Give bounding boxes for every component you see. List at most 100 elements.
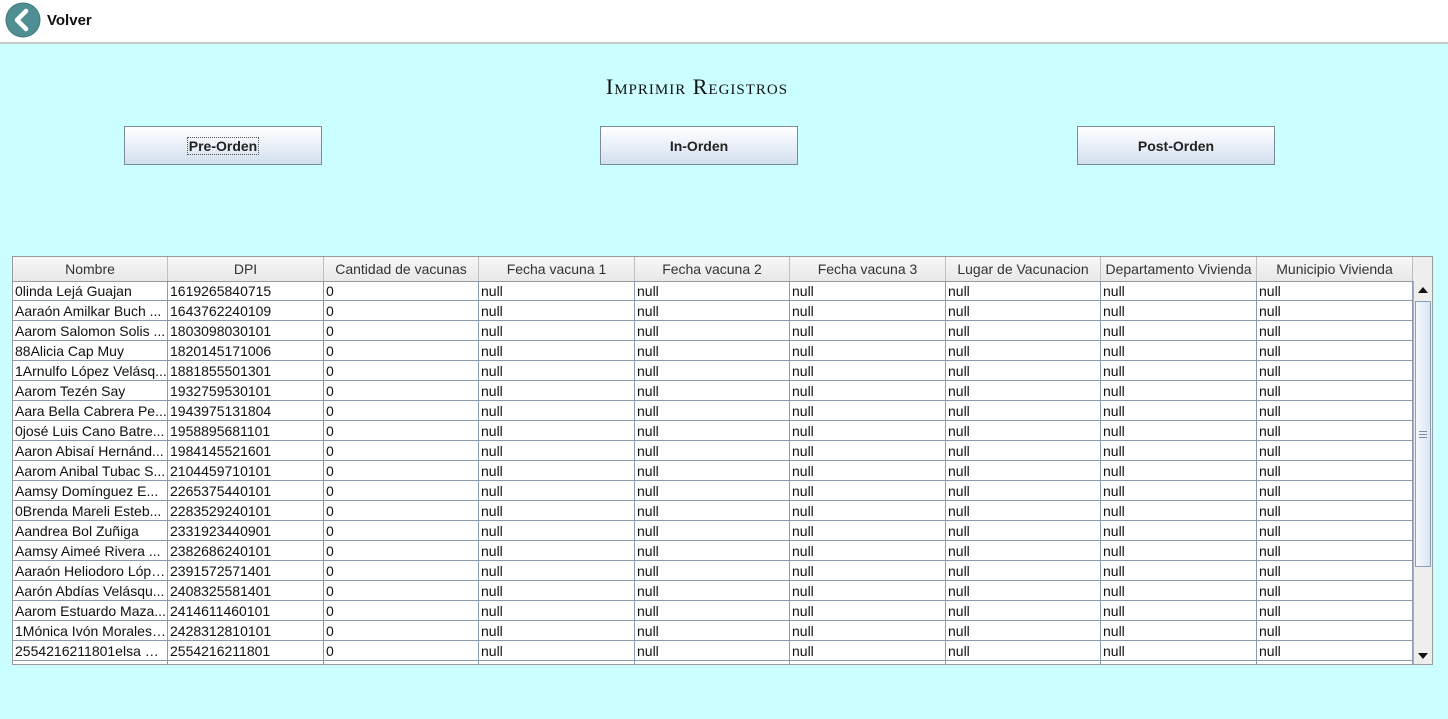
table-cell[interactable]	[946, 661, 1101, 664]
table-cell[interactable]: null	[790, 441, 946, 460]
table-cell[interactable]: null	[790, 481, 946, 500]
table-cell[interactable]: 0	[324, 621, 479, 640]
table-cell[interactable]: null	[790, 361, 946, 380]
table-cell[interactable]: 1Mónica Ivón Morales ...	[13, 621, 168, 640]
table-cell[interactable]: null	[479, 601, 635, 620]
table-cell[interactable]: null	[479, 541, 635, 560]
table-row[interactable]: Aamsy Aimeé Rivera ... 2382686240101 0 null…	[13, 541, 1413, 561]
table-cell[interactable]: null	[790, 581, 946, 600]
table-cell[interactable]	[790, 661, 946, 664]
column-header[interactable]: Departamento Vivienda	[1101, 257, 1257, 281]
table-row[interactable]: 88Alicia Cap Muy 1820145171006 0 null null nu…	[13, 341, 1413, 361]
table-cell[interactable]: null	[479, 401, 635, 420]
table-cell[interactable]: 0	[324, 401, 479, 420]
table-cell[interactable]: null	[1257, 641, 1413, 660]
table-cell[interactable]: null	[946, 341, 1101, 360]
table-cell[interactable]: null	[479, 361, 635, 380]
table-cell[interactable]: null	[790, 421, 946, 440]
table-cell[interactable]: null	[1257, 581, 1413, 600]
table-cell[interactable]: null	[479, 441, 635, 460]
table-cell[interactable]: 2554216211801elsa M...	[13, 641, 168, 660]
table-cell[interactable]: null	[1101, 421, 1257, 440]
table-cell[interactable]: null	[946, 361, 1101, 380]
table-row[interactable]: Aamsy Domínguez E... 2265375440101 0 null nu…	[13, 481, 1413, 501]
table-cell[interactable]: 0	[324, 441, 479, 460]
table-cell[interactable]: null	[790, 401, 946, 420]
table-cell[interactable]: null	[1257, 301, 1413, 320]
table-cell[interactable]: null	[635, 401, 790, 420]
table-cell[interactable]: null	[1101, 621, 1257, 640]
table-cell[interactable]: null	[946, 621, 1101, 640]
table-cell[interactable]: null	[946, 521, 1101, 540]
table-cell[interactable]: null	[1101, 481, 1257, 500]
table-cell[interactable]: 2428312810101	[168, 621, 324, 640]
column-header[interactable]: Lugar de Vacunacion	[946, 257, 1101, 281]
table-cell[interactable]: null	[946, 301, 1101, 320]
table-cell[interactable]: null	[946, 501, 1101, 520]
table-cell[interactable]: 1619265840715	[168, 281, 324, 300]
table-cell[interactable]: null	[790, 281, 946, 300]
table-row[interactable]: Aaraón Amilkar Buch ... 1643762240109 0 nul…	[13, 301, 1413, 321]
table-cell[interactable]: null	[1257, 561, 1413, 580]
table-cell[interactable]: Aamsy Domínguez E...	[13, 481, 168, 500]
table-cell[interactable]: null	[479, 461, 635, 480]
table-row[interactable]: Aara Bella Cabrera Pe... 1943975131804 0 nu…	[13, 401, 1413, 421]
table-cell[interactable]: null	[790, 521, 946, 540]
table-cell[interactable]: null	[479, 521, 635, 540]
table-cell[interactable]	[168, 661, 324, 664]
table-row[interactable]: 2554216211801elsa M... 2554216211801 0 null…	[13, 641, 1413, 661]
table-cell[interactable]: null	[1257, 341, 1413, 360]
column-header[interactable]: Fecha vacuna 2	[635, 257, 790, 281]
table-cell[interactable]: null	[1257, 401, 1413, 420]
table-cell[interactable]: null	[946, 401, 1101, 420]
table-row[interactable]: Aarom Anibal Tubac S... 2104459710101 0 nul…	[13, 461, 1413, 481]
table-cell[interactable]: Aaraón Heliodoro Lópe...	[13, 561, 168, 580]
table-cell[interactable]	[1101, 661, 1257, 664]
table-cell[interactable]: 88Alicia Cap Muy	[13, 341, 168, 360]
table-cell[interactable]: null	[635, 341, 790, 360]
table-cell[interactable]: 0	[324, 301, 479, 320]
table-cell[interactable]: null	[1101, 301, 1257, 320]
table-cell[interactable]: null	[479, 281, 635, 300]
table-cell[interactable]: null	[1101, 361, 1257, 380]
table-cell[interactable]: 1943975131804	[168, 401, 324, 420]
table-cell[interactable]: 1932759530101	[168, 381, 324, 400]
table-cell[interactable]: Aara Bella Cabrera Pe...	[13, 401, 168, 420]
table-cell[interactable]: null	[635, 441, 790, 460]
table-cell[interactable]: null	[1101, 521, 1257, 540]
table-cell[interactable]: null	[635, 321, 790, 340]
table-cell[interactable]: Aarón Abdías Velásqu...	[13, 581, 168, 600]
table-cell[interactable]: null	[1101, 281, 1257, 300]
table-cell[interactable]: null	[1101, 341, 1257, 360]
column-header[interactable]: Cantidad de vacunas	[324, 257, 479, 281]
table-cell[interactable]: null	[946, 481, 1101, 500]
table-cell[interactable]: null	[1101, 601, 1257, 620]
table-row[interactable]	[13, 661, 1413, 664]
table-cell[interactable]: null	[790, 381, 946, 400]
table-cell[interactable]: null	[635, 521, 790, 540]
table-cell[interactable]: null	[946, 421, 1101, 440]
table-cell[interactable]: null	[946, 381, 1101, 400]
table-cell[interactable]: 2391572571401	[168, 561, 324, 580]
table-cell[interactable]: null	[1257, 361, 1413, 380]
table-cell[interactable]	[324, 661, 479, 664]
column-header[interactable]: DPI	[168, 257, 324, 281]
table-cell[interactable]: null	[790, 341, 946, 360]
table-cell[interactable]: null	[790, 541, 946, 560]
table-cell[interactable]: null	[1101, 401, 1257, 420]
table-cell[interactable]: null	[1101, 441, 1257, 460]
table-cell[interactable]: null	[635, 421, 790, 440]
table-cell[interactable]: 0	[324, 361, 479, 380]
table-cell[interactable]: null	[1257, 441, 1413, 460]
table-cell[interactable]: null	[946, 601, 1101, 620]
table-cell[interactable]: null	[946, 461, 1101, 480]
table-cell[interactable]: 2331923440901	[168, 521, 324, 540]
table-cell[interactable]: Aandrea Bol Zuñiga	[13, 521, 168, 540]
table-cell[interactable]: null	[1257, 321, 1413, 340]
table-row[interactable]: 0linda Lejá Guajan 1619265840715 0 null null…	[13, 281, 1413, 301]
table-row[interactable]: Aaron Abisaí Hernánd... 1984145521601 0 nul…	[13, 441, 1413, 461]
table-cell[interactable]: null	[1257, 621, 1413, 640]
table-cell[interactable]: 0	[324, 501, 479, 520]
back-button[interactable]: Volver	[5, 2, 92, 38]
table-cell[interactable]: null	[946, 541, 1101, 560]
